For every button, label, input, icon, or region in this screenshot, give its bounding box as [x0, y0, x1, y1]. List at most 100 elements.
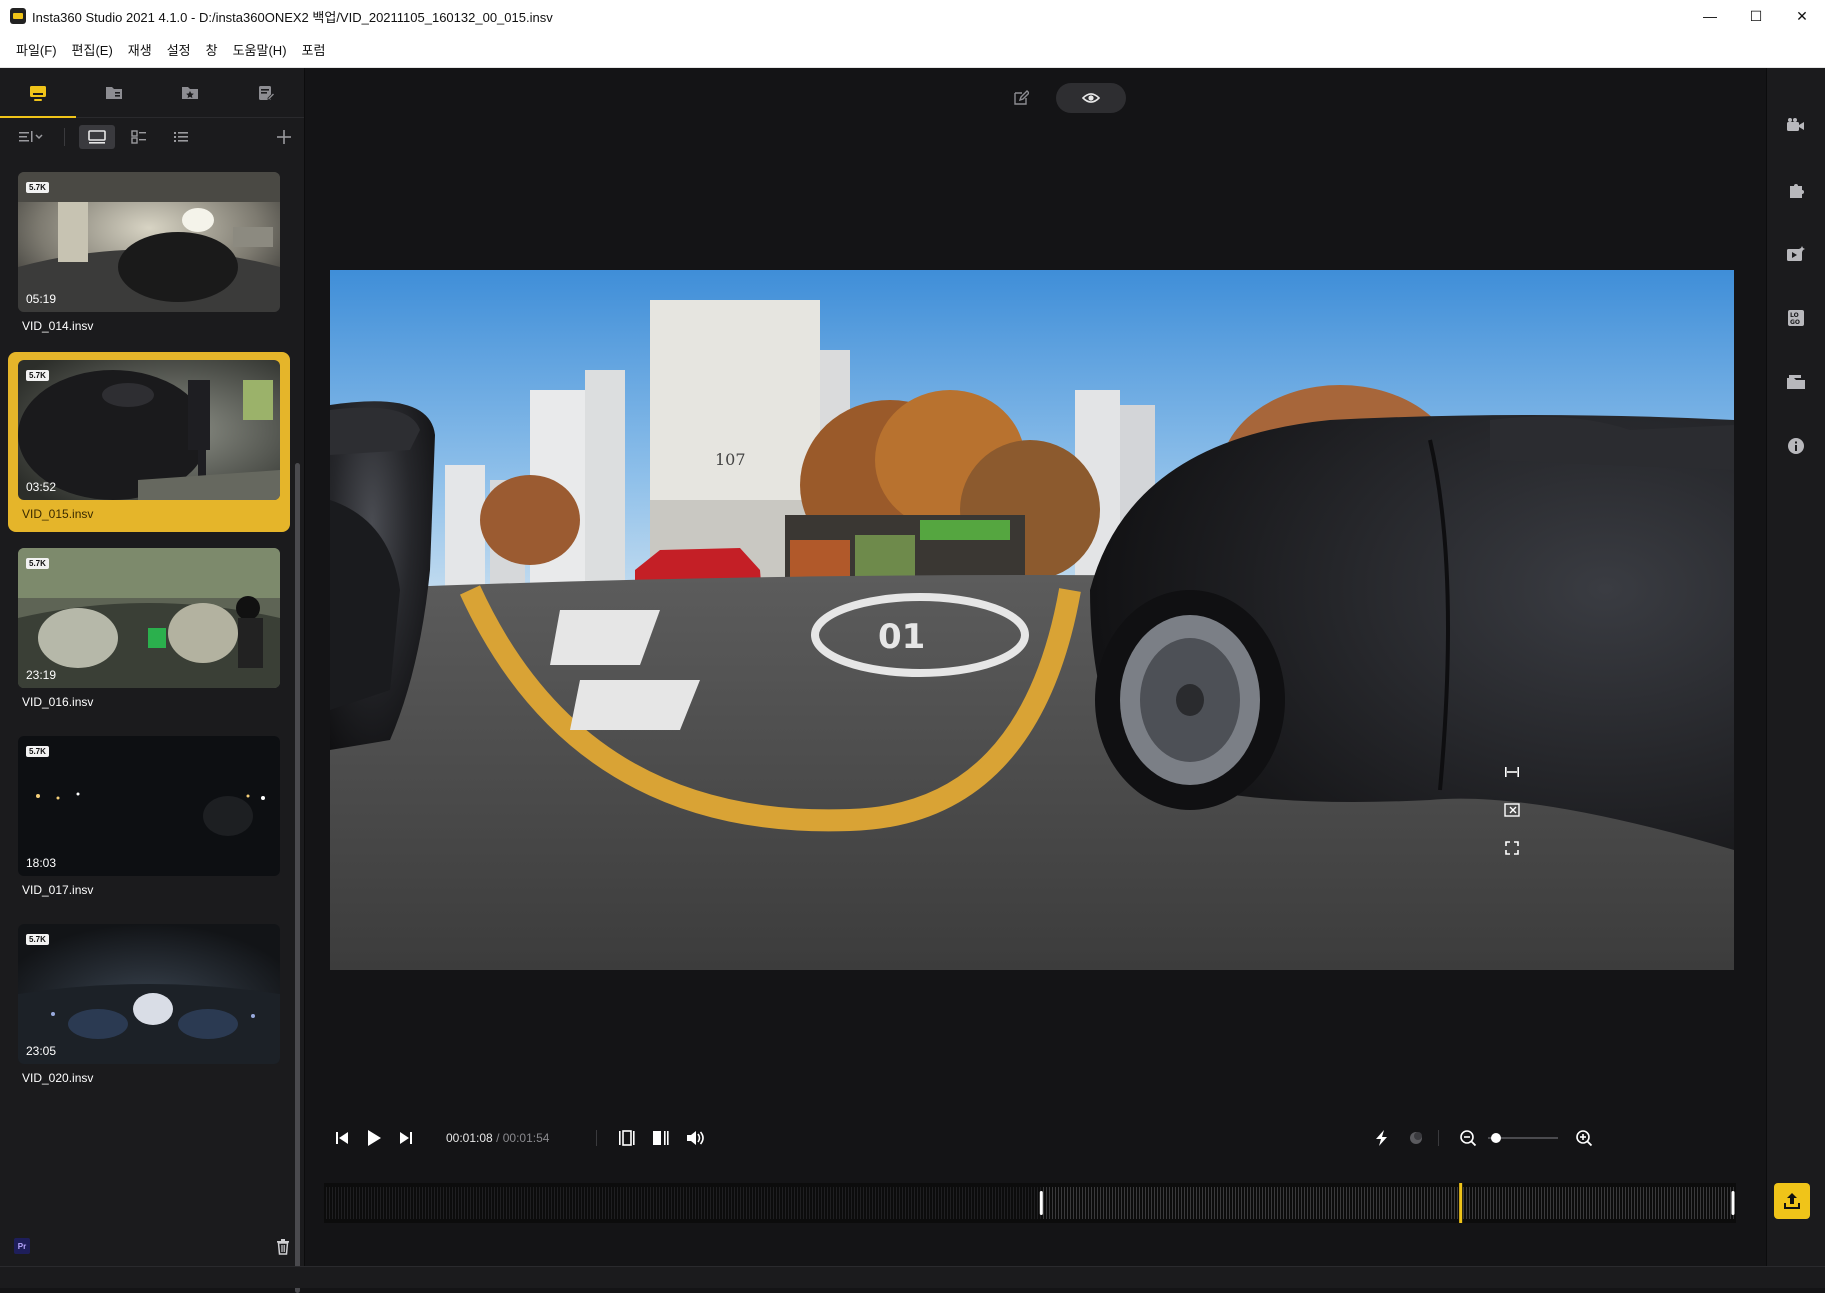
sidebar-tabs — [0, 68, 304, 118]
app-logo-icon — [10, 8, 26, 24]
trim-in-handle[interactable] — [1039, 1191, 1043, 1215]
media-item[interactable]: 5.7K 23:05 VID_020.insv — [8, 916, 290, 1096]
video-duration: 23:19 — [26, 668, 57, 682]
preview-mode-button[interactable] — [1055, 83, 1126, 113]
menu-file[interactable]: 파일(F) — [16, 40, 57, 59]
panorama-frame: 107 01 — [330, 270, 1734, 970]
sort-button[interactable] — [14, 125, 50, 149]
camera-tool-button[interactable] — [1784, 114, 1808, 138]
svg-text:GO: GO — [1790, 319, 1800, 326]
file-name: VID_015.insv — [22, 507, 94, 521]
media-sidebar: 5.7K 05:19 VID_014.insv 5.7K 03:52 VID_0… — [0, 68, 305, 1293]
edit-list-icon — [259, 85, 276, 100]
video-thumbnail: 5.7K 03:52 — [18, 360, 280, 500]
resolution-badge: 5.7K — [26, 746, 49, 757]
menu-edit[interactable]: 편집(E) — [72, 40, 113, 59]
star-icon — [182, 86, 198, 99]
road-marking-number: 01 — [878, 617, 925, 657]
delete-button[interactable] — [275, 1238, 291, 1261]
set-out-point-button[interactable] — [649, 1126, 673, 1150]
flat-width-icon — [1505, 767, 1519, 777]
logo-tool-button[interactable]: LO GO — [1784, 306, 1808, 330]
media-item[interactable]: 5.7K 23:19 VID_016.insv — [8, 540, 290, 720]
zoom-slider[interactable] — [1488, 1124, 1558, 1152]
window-title: Insta360 Studio 2021 4.1.0 - D:/insta360… — [32, 9, 553, 25]
puzzle-icon — [1790, 184, 1804, 198]
media-item[interactable]: 5.7K 05:19 VID_014.insv — [8, 164, 290, 344]
list-view-button[interactable] — [163, 125, 199, 149]
logo-icon: LO GO — [1788, 310, 1804, 326]
folder-icon — [106, 86, 122, 99]
video-effect-icon — [1787, 246, 1805, 261]
go-to-end-button[interactable] — [394, 1126, 418, 1150]
plugin-tool-button[interactable] — [1784, 178, 1808, 202]
play-button[interactable] — [362, 1126, 386, 1150]
playback-time: 00:01:08 / 00:01:54 — [446, 1131, 549, 1145]
menu-settings[interactable]: 설정 — [167, 40, 191, 59]
zoom-out-icon — [1460, 1130, 1477, 1147]
status-bar — [0, 1266, 1825, 1288]
export-icon — [1784, 1193, 1800, 1209]
resolution-badge: 5.7K — [26, 934, 49, 945]
tab-edit-list[interactable] — [228, 68, 304, 117]
stabilization-button[interactable] — [1404, 1126, 1428, 1150]
menu-help[interactable]: 도움말(H) — [233, 40, 287, 59]
edit-mode-button[interactable] — [1006, 83, 1036, 113]
eye-icon — [1081, 93, 1100, 103]
video-duration: 23:05 — [26, 1044, 57, 1058]
view-mode-toolbar — [306, 82, 1825, 114]
zoom-out-button[interactable] — [1456, 1126, 1480, 1150]
fullscreen-button[interactable] — [1498, 834, 1526, 862]
playhead[interactable] — [1459, 1183, 1463, 1223]
info-icon — [1788, 438, 1804, 454]
menu-bar: 파일(F) 편집(E) 재생 설정 창 도움말(H) 포럼 — [0, 32, 1825, 68]
fullscreen-icon — [1505, 841, 1519, 855]
zoom-in-button[interactable] — [1572, 1126, 1596, 1150]
export-folder-tool-button[interactable] — [1784, 370, 1808, 394]
media-item-selected[interactable]: 5.7K 03:52 VID_015.insv — [8, 352, 290, 532]
close-button[interactable]: ✕ — [1779, 0, 1825, 32]
menu-forum[interactable]: 포럼 — [302, 40, 326, 59]
tab-folder[interactable] — [76, 68, 152, 117]
stabilize-icon — [1410, 1132, 1422, 1144]
premiere-plugin-icon[interactable]: Pr — [14, 1238, 30, 1254]
tab-favorites[interactable] — [152, 68, 228, 117]
title-bar: Insta360 Studio 2021 4.1.0 - D:/insta360… — [0, 0, 1825, 32]
minimize-button[interactable]: — — [1687, 0, 1733, 32]
menu-window[interactable]: 창 — [206, 40, 218, 59]
monitor-icon — [30, 85, 46, 101]
sidebar-scrollbar[interactable] — [295, 463, 300, 1293]
resolution-badge: 5.7K — [26, 558, 49, 569]
add-media-button[interactable] — [272, 125, 296, 149]
video-camera-icon — [1787, 118, 1804, 131]
exit-fit-icon — [1504, 803, 1520, 817]
trim-out-handle[interactable] — [1731, 1191, 1735, 1215]
go-to-start-button[interactable] — [330, 1126, 354, 1150]
export-button[interactable] — [1774, 1183, 1810, 1219]
maximize-button[interactable]: ☐ — [1733, 0, 1779, 32]
file-name: VID_020.insv — [22, 1071, 94, 1085]
video-viewer[interactable]: 107 01 — [330, 270, 1734, 970]
zoom-slider-knob[interactable] — [1491, 1133, 1501, 1143]
resolution-badge: 5.7K — [26, 370, 49, 381]
tab-media[interactable] — [0, 68, 76, 118]
set-in-point-button[interactable] — [615, 1126, 639, 1150]
grid-view-button[interactable] — [121, 125, 157, 149]
file-name: VID_016.insv — [22, 695, 94, 709]
volume-button[interactable] — [683, 1126, 707, 1150]
plus-icon — [277, 130, 291, 144]
media-item[interactable]: 5.7K 18:03 VID_017.insv — [8, 728, 290, 908]
speed-ramp-button[interactable] — [1370, 1126, 1394, 1150]
video-duration: 18:03 — [26, 856, 57, 870]
exit-view-button[interactable] — [1498, 796, 1526, 824]
video-thumbnail: 5.7K 18:03 — [18, 736, 280, 876]
effects-tool-button[interactable] — [1784, 242, 1808, 266]
flat-view-button[interactable] — [1498, 758, 1526, 786]
controls-divider — [596, 1130, 597, 1146]
large-thumbnail-view-button[interactable] — [79, 125, 115, 149]
toolbar-divider — [64, 128, 65, 146]
info-tool-button[interactable] — [1784, 434, 1808, 458]
menu-play[interactable]: 재생 — [128, 40, 152, 59]
timeline-track[interactable] — [324, 1183, 1736, 1223]
volume-icon — [687, 1131, 704, 1145]
